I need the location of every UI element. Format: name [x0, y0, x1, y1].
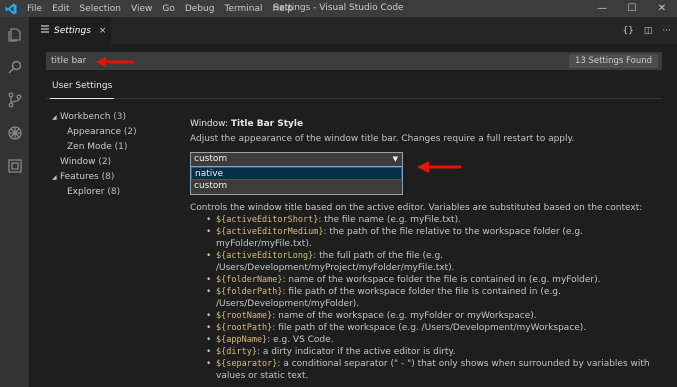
toc-count: (1): [114, 142, 128, 152]
toc-label: Zen Mode: [67, 142, 112, 152]
title-bar: File Edit Selection View Go Debug Termin…: [0, 0, 677, 17]
minimize-icon[interactable]: —: [587, 0, 617, 17]
annotation-arrow-icon: [417, 161, 461, 173]
menu-view[interactable]: View: [126, 4, 157, 14]
toc-label: Appearance: [67, 127, 122, 137]
more-actions-icon[interactable]: ···: [662, 26, 671, 36]
setting-window-title: Controls the window title based on the a…: [190, 202, 660, 382]
menu-help[interactable]: Help: [267, 4, 298, 14]
variable-code: ${appName}: [216, 335, 268, 345]
variable-text: : name of the workspace folder the file …: [282, 275, 601, 285]
toc-count: (2): [123, 127, 137, 137]
variable-list: ${activeEditorShort}: the file name (e.g…: [206, 214, 660, 382]
activity-bar: [0, 17, 29, 387]
menu-edit[interactable]: Edit: [47, 4, 74, 14]
toc-item-features[interactable]: ◢ Features (8): [52, 170, 182, 185]
setting-name: Title Bar Style: [230, 119, 304, 129]
variable-text: : e.g. VS Code.: [267, 335, 334, 345]
menu-bar: File Edit Selection View Go Debug Termin…: [22, 0, 298, 17]
select-dropdown: native custom: [190, 167, 403, 195]
select-value: custom: [194, 154, 228, 164]
settings-toc: ◢ Workbench (3) Appearance (2) Zen Mode (…: [52, 110, 182, 200]
list-item: ${rootPath}: file path of the workspace …: [206, 322, 660, 334]
menu-selection[interactable]: Selection: [75, 4, 126, 14]
editor-actions: {} ◫ ···: [622, 17, 671, 44]
menu-terminal[interactable]: Terminal: [219, 4, 267, 14]
setting-description: Controls the window title based on the a…: [190, 203, 643, 213]
list-item: ${activeEditorMedium}: the path of the f…: [206, 226, 660, 250]
menu-go[interactable]: Go: [157, 4, 179, 14]
tab-label: Settings: [54, 25, 91, 36]
list-item: ${activeEditorLong}: the full path of th…: [206, 250, 660, 274]
list-item: ${rootName}: name of the workspace (e.g.…: [206, 310, 660, 322]
option-custom[interactable]: custom: [191, 180, 402, 193]
annotation-arrow-icon: [96, 56, 134, 68]
variable-code: ${dirty}: [216, 347, 257, 357]
toc-item-zen-mode[interactable]: Zen Mode (1): [52, 140, 182, 155]
editor-area: Settings × {} ◫ ··· 13 Settings Found Us…: [29, 17, 677, 387]
tab-bar: Settings × {} ◫ ···: [29, 17, 677, 44]
variable-code: ${rootName}: [216, 311, 273, 321]
extensions-icon[interactable]: [0, 149, 29, 182]
settings-search: 13 Settings Found: [46, 52, 662, 70]
toc-count: (8): [107, 187, 121, 197]
chevron-down-icon: ▼: [392, 155, 398, 163]
close-icon[interactable]: ×: [99, 26, 107, 36]
list-item: ${folderName}: name of the workspace fol…: [206, 274, 660, 286]
variable-code: ${folderPath}: [216, 287, 283, 297]
setting-title-bar-style: Window: Title Bar Style Adjust the appea…: [190, 118, 670, 146]
variable-text: : name of the workspace (e.g. myFolder o…: [272, 311, 537, 321]
setting-title: Window: Title Bar Style: [190, 118, 670, 131]
debug-icon[interactable]: [0, 116, 29, 149]
settings-scope-tabs: User Settings: [46, 77, 662, 99]
list-item: ${dirty}: a dirty indicator if the activ…: [206, 346, 660, 358]
toc-item-appearance[interactable]: Appearance (2): [52, 125, 182, 140]
explorer-icon[interactable]: [0, 17, 29, 50]
vscode-logo-icon: [0, 0, 22, 17]
maximize-icon[interactable]: ☐: [617, 0, 647, 17]
setting-description: Adjust the appearance of the window titl…: [190, 134, 575, 144]
settings-file-icon: [40, 24, 50, 37]
variable-code: ${activeEditorLong}: [216, 251, 314, 261]
title-bar-style-select[interactable]: custom ▼: [190, 152, 403, 167]
toc-count: (3): [113, 112, 127, 122]
variable-code: ${activeEditorMedium}: [216, 227, 324, 237]
toc-label: Workbench: [60, 112, 111, 122]
variable-text: : the file name (e.g. myFile.txt).: [318, 215, 461, 225]
variable-text: : file path of the workspace (e.g. /User…: [272, 323, 587, 333]
search-icon[interactable]: [0, 50, 29, 83]
toc-count: (8): [101, 172, 115, 182]
results-count-badge: 13 Settings Found: [568, 54, 658, 68]
option-native[interactable]: native: [191, 167, 402, 180]
toc-count: (2): [98, 157, 112, 167]
window-controls: — ☐ ✕: [587, 0, 677, 17]
variable-code: ${activeEditorShort}: [216, 215, 319, 225]
setting-category: Window:: [190, 119, 231, 129]
toc-label: Features: [60, 172, 99, 182]
source-control-icon[interactable]: [0, 83, 29, 116]
toc-label: Explorer: [67, 187, 105, 197]
variable-code: ${folderName}: [216, 275, 283, 285]
toc-label: Window: [60, 157, 96, 167]
tab-settings[interactable]: Settings ×: [29, 17, 111, 44]
toc-item-workbench[interactable]: ◢ Workbench (3): [52, 110, 182, 125]
split-editor-icon[interactable]: ◫: [644, 26, 653, 36]
menu-debug[interactable]: Debug: [180, 4, 220, 14]
list-item: ${folderPath}: file path of the workspac…: [206, 286, 660, 310]
variable-code: ${rootPath}: [216, 323, 273, 333]
expand-arrow-icon: ◢: [52, 114, 57, 121]
close-window-icon[interactable]: ✕: [647, 0, 677, 17]
variable-code: ${separator}: [216, 359, 278, 369]
variable-text: : a conditional separator (" - ") that o…: [216, 359, 650, 381]
expand-arrow-icon: ◢: [52, 174, 57, 181]
list-item: ${activeEditorShort}: the file name (e.g…: [206, 214, 660, 226]
tab-user-settings[interactable]: User Settings: [50, 77, 115, 99]
menu-file[interactable]: File: [22, 4, 47, 14]
list-item: ${separator}: a conditional separator ("…: [206, 358, 660, 382]
toc-item-window[interactable]: Window (2): [52, 155, 182, 170]
list-item: ${appName}: e.g. VS Code.: [206, 334, 660, 346]
open-json-icon[interactable]: {}: [622, 26, 633, 36]
variable-text: : a dirty indicator if the active editor…: [256, 347, 456, 357]
toc-item-explorer[interactable]: Explorer (8): [52, 185, 182, 200]
